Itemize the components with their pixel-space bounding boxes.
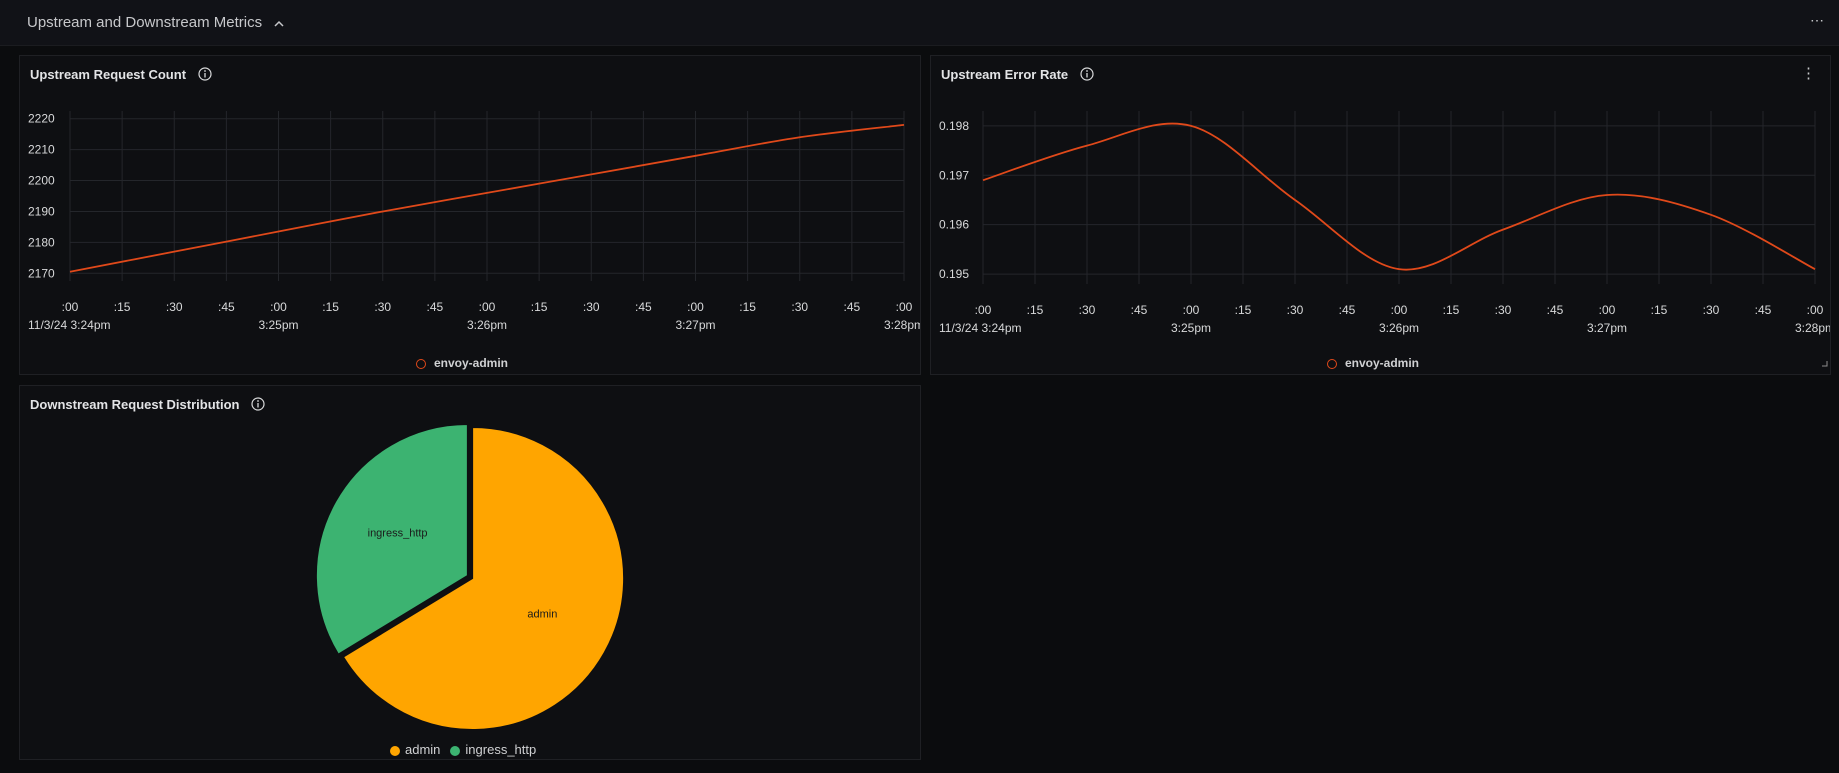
x-major-label: 3:26pm [467,318,507,332]
x-tick-label: :00 [62,300,79,314]
panel-upstream-request-count: Upstream Request Count 2220 2210 2200 2190 2… [19,55,921,375]
x-tick-label: :15 [114,300,131,314]
chevron-up-icon [274,15,284,32]
x-major-label: 3:28pm [1795,321,1830,335]
panel-upstream-error-rate: Upstream Error Rate ⋮ 0.198 0.197 0.196 0.1… [930,55,1831,375]
legend-dot-admin [390,745,400,756]
chart-legend[interactable]: envoy-admin [416,356,508,370]
x-tick-label: :15 [1235,303,1252,317]
legend-item-ingress-http[interactable]: ingress_http [450,742,536,757]
x-major-label: 3:27pm [675,318,715,332]
x-tick-label: :45 [1547,303,1564,317]
legend-item-admin[interactable]: admin [390,742,440,757]
x-tick-label: :30 [166,300,183,314]
legend-label: ingress_http [465,742,537,757]
x-tick-label: :15 [531,300,548,314]
downstream-distribution-pie[interactable]: admin ingress_http [20,386,920,759]
panel-downstream-request-distribution: Downstream Request Distribution admin ing… [19,385,921,760]
x-tick-label: :00 [1807,303,1824,317]
x-tick-label: :30 [374,300,391,314]
x-major-label: 11/3/24 3:24pm [939,321,1022,335]
x-major-label: 3:27pm [1587,321,1627,335]
x-tick-label: :00 [896,300,913,314]
x-tick-label: :45 [427,300,444,314]
x-tick-label: :15 [322,300,339,314]
x-major-label: 3:25pm [1171,321,1211,335]
x-tick-label: :15 [739,300,756,314]
legend-marker [416,358,426,369]
pie-legend: admin ingress_http [390,742,546,757]
pie-slice-label: admin [527,609,557,621]
y-tick-label: 2190 [28,204,55,218]
x-tick-label: :00 [270,300,287,314]
row-more-button[interactable]: ⋯ [1810,12,1825,29]
x-tick-label: :45 [1339,303,1356,317]
x-tick-label: :45 [1755,303,1772,317]
x-tick-label: :15 [1443,303,1460,317]
y-tick-label: 0.195 [939,267,969,281]
legend-label: envoy-admin [1345,356,1420,370]
chart-legend[interactable]: envoy-admin [1327,356,1419,370]
y-tick-label: 2220 [28,112,55,126]
x-major-label: 3:26pm [1379,321,1419,335]
x-tick-label: :00 [1183,303,1200,317]
x-tick-label: :15 [1027,303,1044,317]
resize-handle-icon[interactable] [1822,354,1828,372]
upstream-request-count-chart[interactable]: 2220 2210 2200 2190 2180 2170 :00 :15 :30 :45 :00:… [20,56,920,374]
pie-slice-label: ingress_http [368,527,428,539]
y-tick-label: 2200 [28,174,55,188]
x-tick-label: :00 [687,300,704,314]
x-tick-label: :30 [1495,303,1512,317]
x-tick-label: :00 [479,300,496,314]
x-tick-label: :15 [1651,303,1668,317]
y-tick-label: 0.198 [939,119,969,133]
legend-dot-ingress-http [450,745,461,756]
row-header: Upstream and Downstream Metrics ⋯ [0,0,1839,46]
x-tick-label: :45 [1131,303,1148,317]
x-tick-label: :45 [844,300,861,314]
legend-label: admin [405,742,441,757]
x-tick-label: :00 [1599,303,1616,317]
y-tick-label: 0.197 [939,168,969,182]
x-major-label: 3:25pm [258,318,298,332]
x-major-label: 11/3/24 3:24pm [28,318,111,332]
x-tick-label: :30 [1287,303,1304,317]
x-major-label: 3:28pm [884,318,920,332]
x-tick-label: :30 [791,300,808,314]
row-title: Upstream and Downstream Metrics [27,14,263,31]
y-tick-label: 2180 [28,235,55,249]
y-tick-label: 0.196 [939,218,969,232]
x-tick-label: :30 [1703,303,1720,317]
x-tick-label: :00 [975,303,992,317]
y-tick-label: 2210 [28,143,55,157]
row-collapse-toggle[interactable]: Upstream and Downstream Metrics [27,14,284,32]
x-tick-label: :45 [218,300,235,314]
x-tick-label: :45 [635,300,652,314]
y-tick-label: 2170 [28,266,55,280]
legend-marker [1327,358,1337,369]
x-tick-label: :30 [1079,303,1096,317]
x-tick-label: :00 [1391,303,1408,317]
x-tick-label: :30 [583,300,600,314]
legend-label: envoy-admin [434,356,509,370]
upstream-error-rate-chart[interactable]: 0.198 0.197 0.196 0.195 :00 :15 :30 :45 :00 :15 :3… [931,56,1830,374]
